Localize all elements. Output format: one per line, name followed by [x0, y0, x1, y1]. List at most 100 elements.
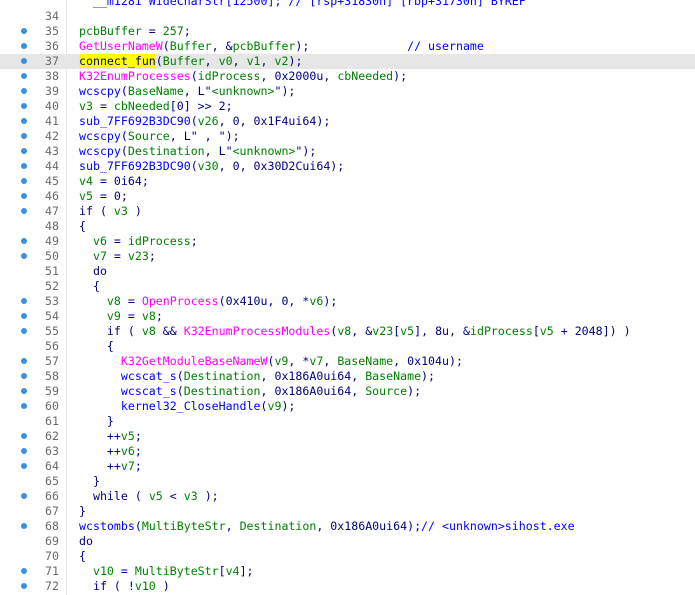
breakpoint-dot-icon[interactable]	[21, 568, 27, 574]
code-line[interactable]: 39 wcscpy(BaseName, L"<unknown>");	[0, 84, 695, 99]
breakpoint-dot-icon[interactable]	[21, 193, 27, 199]
breakpoint-dot-icon[interactable]	[21, 298, 27, 304]
code-token: while	[79, 489, 128, 503]
code-text: while ( v5 < v3 );	[79, 489, 219, 504]
code-token: v0	[218, 54, 233, 68]
code-token: v6	[79, 234, 107, 248]
code-token: , 0, 0x30D2Cui64);	[218, 159, 345, 173]
breakpoint-dot-icon[interactable]	[21, 523, 27, 529]
breakpoint-dot-icon[interactable]	[21, 88, 27, 94]
code-token: ,	[260, 54, 275, 68]
code-token: [	[218, 564, 226, 578]
code-line[interactable]: 67}	[0, 504, 695, 519]
code-line[interactable]: 63 ++v6;	[0, 444, 695, 459]
breakpoint-dot-icon[interactable]	[21, 358, 27, 364]
code-line[interactable]: 60 kernel32_CloseHandle(v9);	[0, 399, 695, 414]
breakpoint-dot-icon[interactable]	[21, 163, 27, 169]
code-token: v23	[127, 249, 149, 263]
breakpoint-dot-icon[interactable]	[21, 388, 27, 394]
code-token: {	[79, 219, 86, 233]
breakpoint-dot-icon[interactable]	[21, 433, 27, 439]
code-token: v8	[337, 324, 352, 338]
code-line[interactable]: 44 sub_7FF692B3DC90(v30, 0, 0x30D2Cui64);	[0, 159, 695, 174]
breakpoint-dot-icon[interactable]	[21, 373, 27, 379]
breakpoint-dot-icon[interactable]	[21, 328, 27, 334]
code-line[interactable]: 66 while ( v5 < v3 );	[0, 489, 695, 504]
code-line[interactable]: 42 wcscpy(Source, L" , ");	[0, 129, 695, 144]
code-line[interactable]: 65 }	[0, 474, 695, 489]
breakpoint-dot-icon[interactable]	[21, 73, 27, 79]
code-line[interactable]: 48 {	[0, 219, 695, 234]
code-text: wcscpy(Source, L" , ");	[79, 129, 240, 144]
code-line[interactable]: 45 v4 = 0i64;	[0, 174, 695, 189]
breakpoint-dot-icon[interactable]	[21, 118, 27, 124]
code-token: v5	[79, 189, 93, 203]
code-token: v6	[120, 444, 135, 458]
code-text: v9 = v8;	[79, 309, 163, 324]
breakpoint-dot-icon[interactable]	[21, 403, 27, 409]
code-line[interactable]: 40 v3 = cbNeeded[0] >> 2;	[0, 99, 695, 114]
code-line[interactable]: __m128i WideCharStr[12500]; // [rsp+3183…	[0, 0, 695, 9]
code-token: <unknown>	[211, 84, 275, 98]
code-line[interactable]: 34	[0, 9, 695, 24]
code-line[interactable]: 61 }	[0, 414, 695, 429]
breakpoint-dot-icon[interactable]	[21, 43, 27, 49]
code-line[interactable]: 69 do	[0, 534, 695, 549]
code-line[interactable]: 56 {	[0, 339, 695, 354]
breakpoint-dot-icon[interactable]	[21, 28, 27, 34]
code-line[interactable]: 59 wcscat_s(Destination, 0x186A0ui64, So…	[0, 384, 695, 399]
code-token: , L"	[204, 144, 233, 158]
code-line[interactable]: 47 if ( v3 )	[0, 204, 695, 219]
code-line[interactable]: 38 K32EnumProcesses(idProcess, 0x2000u, c…	[0, 69, 695, 84]
code-line[interactable]: 37 connect_fun(Buffer, v0, v1, v2);	[0, 54, 695, 69]
breakpoint-dot-icon[interactable]	[21, 493, 27, 499]
code-line[interactable]: 41 sub_7FF692B3DC90(v26, 0, 0x1F4ui64);	[0, 114, 695, 129]
code-token: , 0x104u);	[393, 354, 463, 368]
code-line[interactable]: 50 v7 = v23;	[0, 249, 695, 264]
code-line[interactable]: 43 wcscpy(Destination, L"<unknown>");	[0, 144, 695, 159]
code-token[interactable]: connect_fun	[79, 54, 156, 68]
code-line[interactable]: 49 v6 = idProcess;	[0, 234, 695, 249]
code-token: ,	[232, 54, 247, 68]
code-line[interactable]: 53 v8 = OpenProcess(0x410u, 0, *v6);	[0, 294, 695, 309]
code-token: pcbBuffer	[232, 39, 296, 53]
pseudocode-view[interactable]: __m128i WideCharStr[12500]; // [rsp+3183…	[0, 0, 695, 595]
breakpoint-dot-icon[interactable]	[21, 463, 27, 469]
breakpoint-dot-icon[interactable]	[21, 148, 27, 154]
breakpoint-dot-icon[interactable]	[21, 313, 27, 319]
code-line[interactable]: 54 v9 = v8;	[0, 309, 695, 324]
breakpoint-dot-icon[interactable]	[21, 583, 27, 589]
code-line[interactable]: 64 ++v7;	[0, 459, 695, 474]
breakpoint-dot-icon[interactable]	[21, 178, 27, 184]
breakpoint-dot-icon[interactable]	[21, 58, 27, 64]
code-token: [0] >> 2;	[169, 99, 233, 113]
line-number: 37	[45, 54, 59, 68]
code-line[interactable]: 62 ++v5;	[0, 429, 695, 444]
code-line[interactable]: 46 v5 = 0;	[0, 189, 695, 204]
code-line[interactable]: 52 {	[0, 279, 695, 294]
code-line[interactable]: 68 wcstombs(MultiByteStr, Destination, 0x…	[0, 519, 695, 534]
breakpoint-dot-icon[interactable]	[21, 103, 27, 109]
breakpoint-dot-icon[interactable]	[21, 238, 27, 244]
code-text: sub_7FF692B3DC90(v30, 0, 0x30D2Cui64);	[79, 159, 344, 174]
code-text: }	[79, 414, 114, 429]
breakpoint-dot-icon[interactable]	[21, 208, 27, 214]
breakpoint-dot-icon[interactable]	[21, 253, 27, 259]
code-line[interactable]: 58 wcscat_s(Destination, 0x186A0ui64, Ba…	[0, 369, 695, 384]
code-token: ];	[239, 564, 254, 578]
code-token: ++	[79, 444, 121, 458]
code-line[interactable]: 71 v10 = MultiByteStr[v4];	[0, 564, 695, 579]
code-line[interactable]: 51 do	[0, 264, 695, 279]
code-line[interactable]: 70 {	[0, 549, 695, 564]
code-token: cbNeeded	[113, 99, 170, 113]
breakpoint-dot-icon[interactable]	[21, 448, 27, 454]
code-line[interactable]: 35 pcbBuffer = 257;	[0, 24, 695, 39]
code-line[interactable]: 72 if ( !v10 )	[0, 579, 695, 594]
code-line[interactable]: 57 K32GetModuleBaseNameW(v9, *v7, BaseNa…	[0, 354, 695, 369]
code-line[interactable]: 55 if ( v8 && K32EnumProcessModules(v8, …	[0, 324, 695, 339]
code-line[interactable]: 36 GetUserNameW(Buffer, &pcbBuffer); // u…	[0, 39, 695, 54]
breakpoint-dot-icon[interactable]	[21, 133, 27, 139]
line-number: 66	[45, 489, 59, 503]
code-token: BaseName	[337, 354, 394, 368]
line-number: 48	[45, 219, 59, 233]
